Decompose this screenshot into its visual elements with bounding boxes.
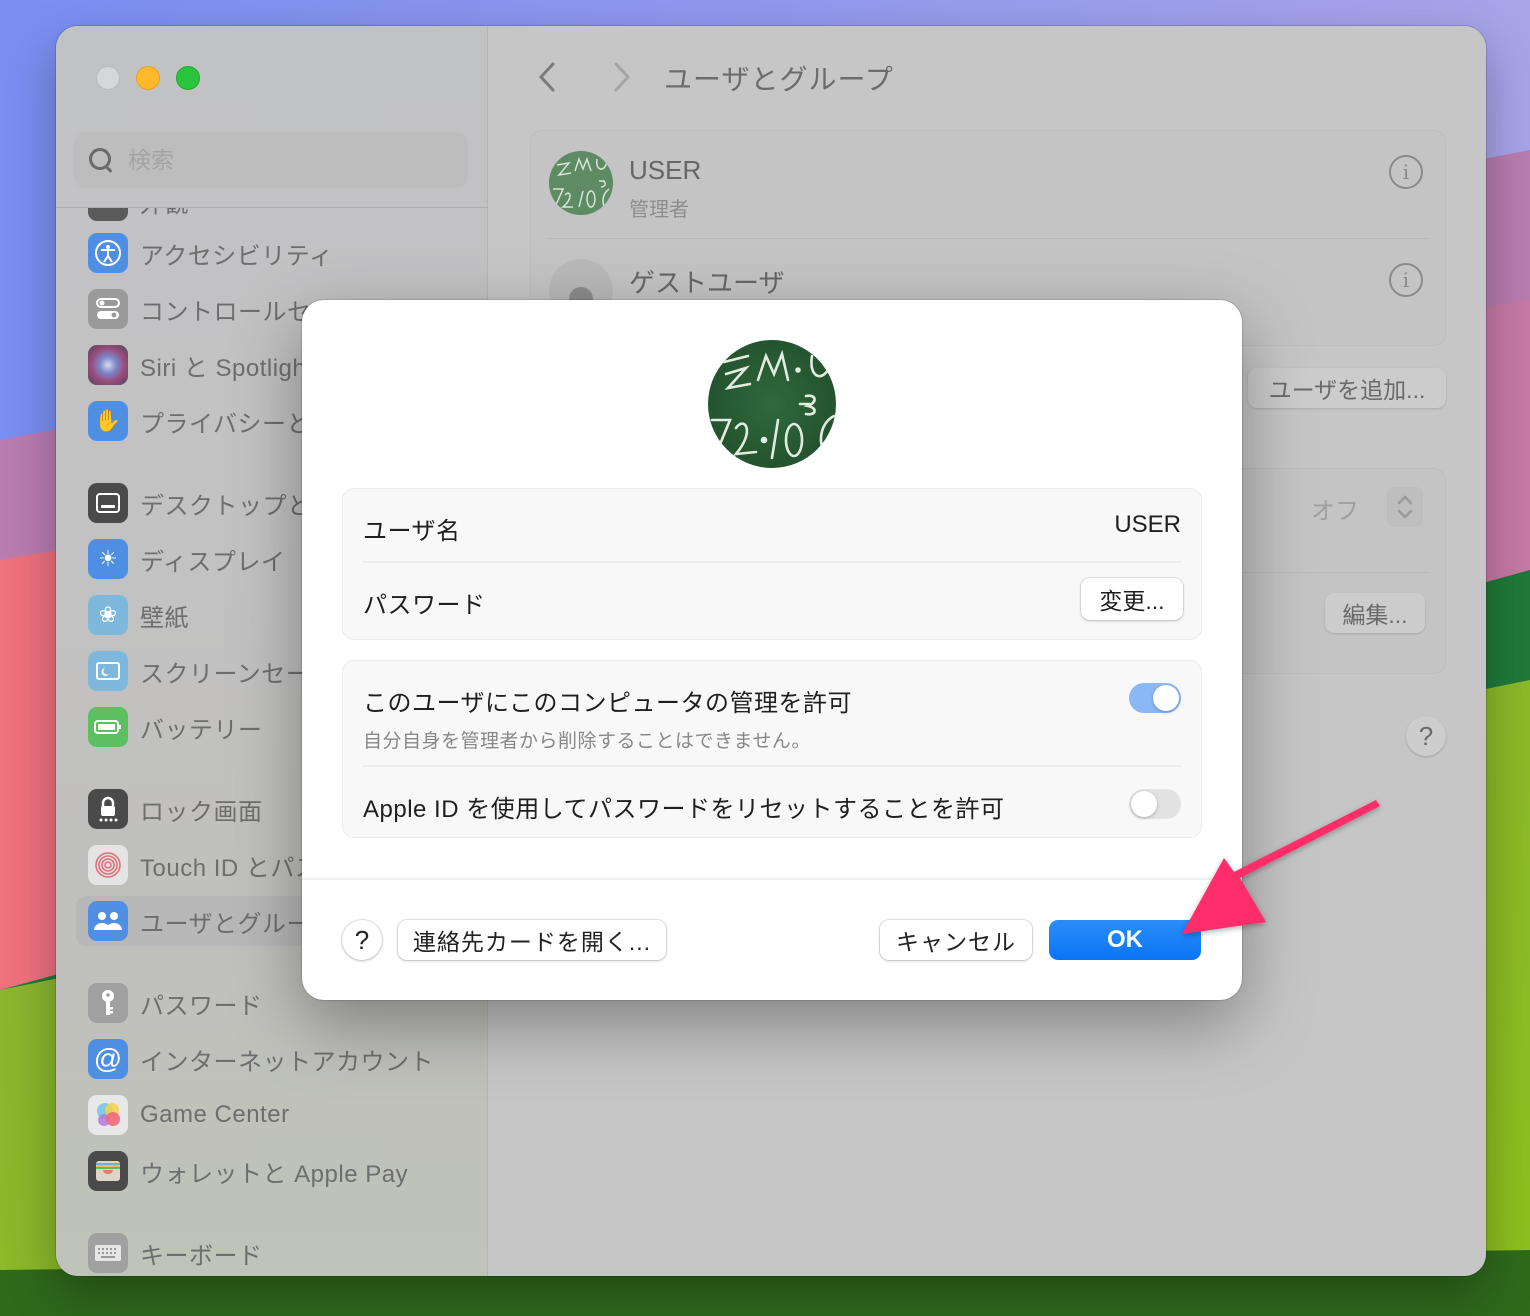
change-password-button[interactable]: 変更... xyxy=(1081,578,1183,620)
search-icon xyxy=(88,147,114,173)
fingerprint-icon xyxy=(88,845,128,885)
sidebar-item-appearance[interactable]: ◐ 外観 xyxy=(76,208,470,226)
info-icon[interactable]: i xyxy=(1389,263,1423,297)
username-label: ユーザ名 xyxy=(363,518,461,545)
username-value: USER xyxy=(1114,511,1181,538)
auto-login-value[interactable]: オフ xyxy=(1311,491,1359,526)
add-user-button[interactable]: ユーザを追加... xyxy=(1248,368,1446,408)
user-role: 管理者 xyxy=(629,199,689,221)
account-info-group: ユーザ名 USER パスワード 変更... xyxy=(342,488,1202,640)
accessibility-icon xyxy=(88,233,128,273)
admin-permission-label: このユーザにこのコンピュータの管理を許可 xyxy=(363,690,853,717)
auto-login-stepper[interactable] xyxy=(1387,487,1423,527)
password-label: パスワード xyxy=(363,592,486,619)
at-icon: @ xyxy=(88,1039,128,1079)
user-details-sheet: ユーザ名 USER パスワード 変更... このユーザにこのコンピュータの管理を… xyxy=(302,300,1242,1000)
wallpaper-flower-icon: ❀ xyxy=(88,595,128,635)
back-button[interactable] xyxy=(533,60,563,94)
page-title: ユーザとグループ xyxy=(664,64,894,95)
help-button[interactable]: ? xyxy=(1406,716,1446,756)
username-row: ユーザ名 USER xyxy=(363,511,1181,546)
sidebar-item-internet-accounts[interactable]: @ インターネットアカウント xyxy=(76,1034,470,1084)
admin-permission-row: このユーザにこのコンピュータの管理を許可 自分自身を管理者から削除することはでき… xyxy=(363,683,1181,753)
admin-toggle[interactable] xyxy=(1129,683,1181,713)
row-divider xyxy=(363,561,1181,563)
minimize-window-button[interactable] xyxy=(136,66,160,90)
sidebar-item-accessibility[interactable]: アクセシビリティ xyxy=(76,228,470,278)
appleid-reset-toggle[interactable] xyxy=(1129,789,1181,819)
chevron-right-icon xyxy=(614,62,631,92)
appearance-icon: ◐ xyxy=(88,208,128,221)
sidebar-item-wallet-apple-pay[interactable]: ウォレットと Apple Pay xyxy=(76,1146,470,1196)
battery-icon xyxy=(88,707,128,747)
control-center-icon xyxy=(88,289,128,329)
chevron-left-icon xyxy=(538,62,555,92)
password-row: パスワード 変更... xyxy=(363,578,1183,620)
open-contact-card-button[interactable]: 連絡先カードを開く... xyxy=(398,920,666,960)
admin-permission-note: 自分自身を管理者から削除することはできません。 xyxy=(363,731,811,752)
toggle-knob xyxy=(1153,685,1179,711)
chevron-up-down-icon xyxy=(1397,495,1413,519)
edit-button[interactable]: 編集... xyxy=(1325,593,1425,633)
info-icon[interactable]: i xyxy=(1389,155,1423,189)
display-brightness-icon: ☀ xyxy=(88,539,128,579)
maximize-window-button[interactable] xyxy=(176,66,200,90)
desktop-dock-icon xyxy=(88,483,128,523)
user-avatar xyxy=(549,151,613,215)
key-icon xyxy=(88,983,128,1023)
search-input[interactable] xyxy=(128,146,428,174)
help-button[interactable]: ? xyxy=(342,920,382,960)
ok-button[interactable]: OK xyxy=(1049,920,1201,960)
sidebar-item-keyboard[interactable]: キーボード xyxy=(76,1228,470,1276)
close-window-button[interactable] xyxy=(96,66,120,90)
permissions-group: このユーザにこのコンピュータの管理を許可 自分自身を管理者から削除することはでき… xyxy=(342,660,1202,838)
user-name: USER xyxy=(629,155,702,185)
users-icon xyxy=(88,901,128,941)
lock-icon xyxy=(88,789,128,829)
toggle-knob xyxy=(1131,791,1157,817)
footer-divider xyxy=(302,878,1242,880)
forward-button[interactable] xyxy=(606,60,636,94)
window-controls xyxy=(96,66,200,90)
user-row[interactable]: USER 管理者 i xyxy=(531,131,1445,239)
appleid-reset-row: Apple ID を使用してパスワードをリセットすることを許可 xyxy=(363,789,1181,824)
search-field[interactable] xyxy=(74,132,468,188)
siri-icon xyxy=(88,345,128,385)
sidebar-item-game-center[interactable]: Game Center xyxy=(76,1090,470,1140)
game-center-icon xyxy=(88,1095,128,1135)
user-name: ゲストユーザ xyxy=(629,268,785,298)
keyboard-icon xyxy=(88,1233,128,1273)
hand-icon: ✋ xyxy=(88,401,128,441)
screensaver-icon xyxy=(88,651,128,691)
cancel-button[interactable]: キャンセル xyxy=(880,920,1032,960)
row-divider xyxy=(363,765,1181,767)
appleid-reset-label: Apple ID を使用してパスワードをリセットすることを許可 xyxy=(363,796,1005,823)
wallet-icon xyxy=(88,1151,128,1191)
user-avatar-large[interactable] xyxy=(708,340,836,468)
